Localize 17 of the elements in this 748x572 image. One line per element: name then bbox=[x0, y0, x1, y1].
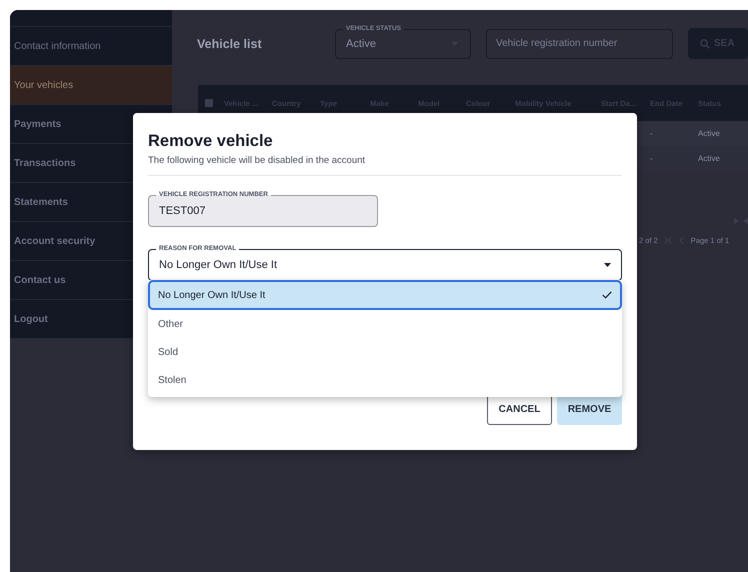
dropdown-option[interactable]: Stolen bbox=[148, 366, 622, 394]
first-page-icon[interactable] bbox=[664, 237, 672, 244]
caret-icon bbox=[604, 263, 611, 267]
checkmark-icon bbox=[602, 291, 612, 299]
dropdown-option[interactable]: Sold bbox=[148, 338, 622, 366]
search-field[interactable]: Vehicle registration number bbox=[486, 28, 673, 58]
table-cell-text: Active bbox=[697, 154, 721, 163]
search-icon bbox=[700, 38, 710, 48]
dropdown-option[interactable]: No Longer Own It/Use It bbox=[148, 280, 622, 310]
table-cell-text: Active bbox=[697, 129, 721, 138]
page-title: Vehicle list bbox=[197, 36, 263, 50]
table-cell-text: - bbox=[649, 129, 654, 138]
scroll-arrows-icon[interactable] bbox=[734, 218, 748, 224]
table-cell-text: - bbox=[649, 154, 654, 163]
sidebar-item[interactable]: Your vehicles bbox=[10, 66, 172, 105]
previous-page-icon[interactable] bbox=[678, 237, 684, 244]
select-all-checkbox[interactable] bbox=[205, 99, 213, 107]
